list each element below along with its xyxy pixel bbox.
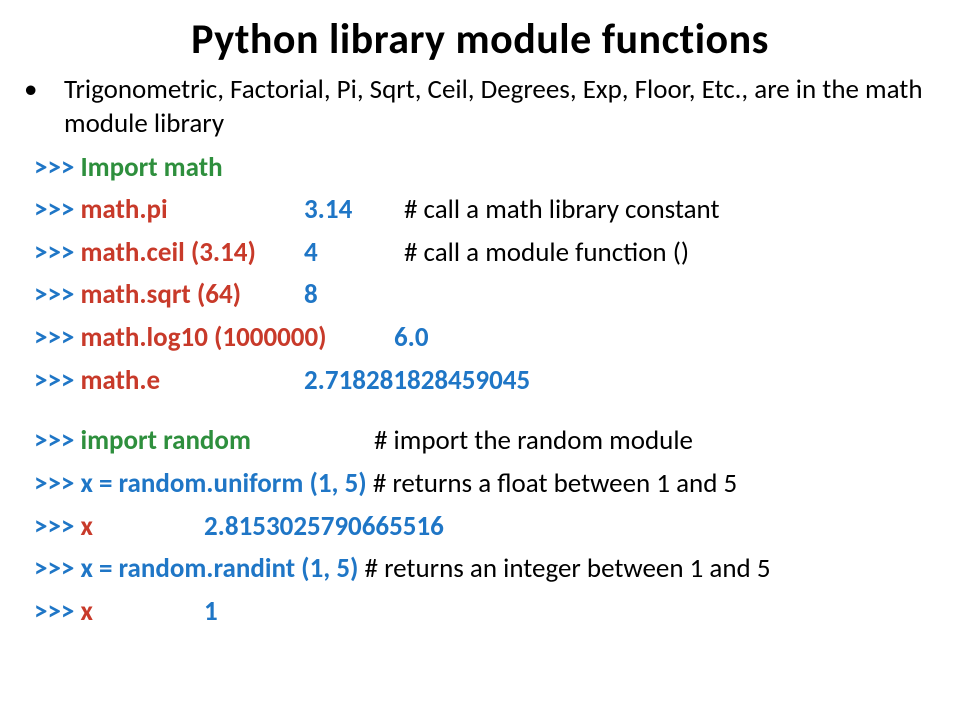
code-line: >>> math.log10 (1000000) 6.0 [34, 317, 926, 360]
code-line: >>> x 2.8153025790665516 [34, 506, 926, 549]
repl-prompt: >>> [34, 595, 74, 628]
slide: Python library module functions •Trigono… [0, 0, 960, 720]
intro-paragraph: •Trigonometric, Factorial, Pi, Sqrt, Cei… [34, 73, 926, 141]
repl-prompt: >>> [34, 236, 74, 269]
repl-prompt: >>> [34, 193, 74, 226]
comment: # call a module function () [404, 232, 689, 275]
result-value: 4 [304, 232, 318, 275]
slide-title: Python library module functions [34, 14, 926, 65]
repl-prompt: >>> [34, 151, 74, 184]
repl-prompt: >>> [34, 321, 74, 354]
result-value: 3.14 [304, 189, 352, 232]
comment: # returns a float between 1 and 5 [373, 467, 737, 500]
code-line: >>> Import math [34, 147, 926, 190]
result-value: 8 [304, 274, 318, 317]
result-value: 2.718281828459045 [304, 360, 530, 403]
result-value: 2.8153025790665516 [204, 506, 444, 549]
code-line: >>> math.e 2.718281828459045 [34, 360, 926, 403]
code-line: >>> math.pi 3.14 # call a math library con… [34, 189, 926, 232]
code-line: >>> x = random.uniform (1, 5) # returns … [34, 463, 926, 506]
bullet-icon: • [44, 73, 64, 107]
repl-prompt: >>> [34, 278, 74, 311]
code-expression: math.pi [80, 193, 167, 226]
comment: # returns an integer between 1 and 5 [365, 552, 771, 585]
code-expression: math.ceil (3.14) [80, 236, 255, 269]
code-line: >>> import random # import the random mod… [34, 420, 926, 463]
repl-prompt: >>> [34, 364, 74, 397]
repl-prompt: >>> [34, 467, 74, 500]
code-line: >>> math.ceil (3.14) 4 # call a module fun… [34, 232, 926, 275]
blank-line [34, 402, 926, 420]
repl-prompt: >>> [34, 552, 74, 585]
intro-text: Trigonometric, Factorial, Pi, Sqrt, Ceil… [64, 73, 923, 140]
code-expression: x = random.uniform (1, 5) [80, 467, 366, 500]
code-expression: math.log10 (1000000) [80, 321, 326, 354]
code-expression: math.e [80, 364, 160, 397]
comment: # call a math library constant [404, 189, 720, 232]
result-value: 1 [204, 591, 218, 634]
repl-prompt: >>> [34, 424, 74, 457]
code-expression: Import math [80, 151, 222, 184]
code-expression: import random [80, 424, 250, 457]
code-expression: x [80, 510, 92, 543]
comment: # import the random module [374, 420, 693, 463]
code-line: >>> x = random.randint (1, 5) # returns … [34, 548, 926, 591]
code-line: >>> x 1 [34, 591, 926, 634]
code-expression: math.sqrt (64) [80, 278, 241, 311]
code-expression: x [80, 595, 92, 628]
code-line: >>> math.sqrt (64) 8 [34, 274, 926, 317]
code-block: >>> Import math>>> math.pi3.14# call a m… [34, 147, 926, 634]
repl-prompt: >>> [34, 510, 74, 543]
result-value: 6.0 [394, 317, 429, 360]
code-expression: x = random.randint (1, 5) [80, 552, 358, 585]
